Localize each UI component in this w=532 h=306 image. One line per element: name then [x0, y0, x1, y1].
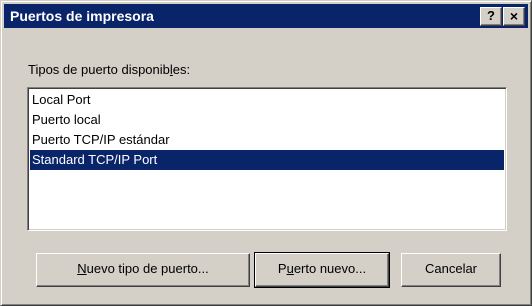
port-type-item[interactable]: Puerto local	[30, 110, 504, 130]
port-types-listbox[interactable]: Local Port Puerto local Puerto TCP/IP es…	[27, 87, 507, 231]
port-type-item[interactable]: Local Port	[30, 90, 504, 110]
close-button[interactable]: ×	[503, 7, 525, 26]
port-types-label: Tipos de puerto disponibles:	[28, 62, 191, 77]
help-button[interactable]: ?	[480, 7, 502, 26]
title-bar[interactable]: Puertos de impresora ? ×	[4, 4, 528, 28]
cancel-button[interactable]: Cancelar	[401, 253, 501, 287]
port-type-item[interactable]: Standard TCP/IP Port	[30, 150, 504, 170]
dialog-title: Puertos de impresora	[10, 8, 154, 24]
new-port-type-button[interactable]: Nuevo tipo de puerto...	[36, 253, 250, 287]
port-type-item[interactable]: Puerto TCP/IP estándar	[30, 130, 504, 150]
printer-ports-dialog: Puertos de impresora ? × Tipos de puerto…	[0, 0, 532, 306]
new-port-button[interactable]: Puerto nuevo...	[254, 252, 390, 288]
